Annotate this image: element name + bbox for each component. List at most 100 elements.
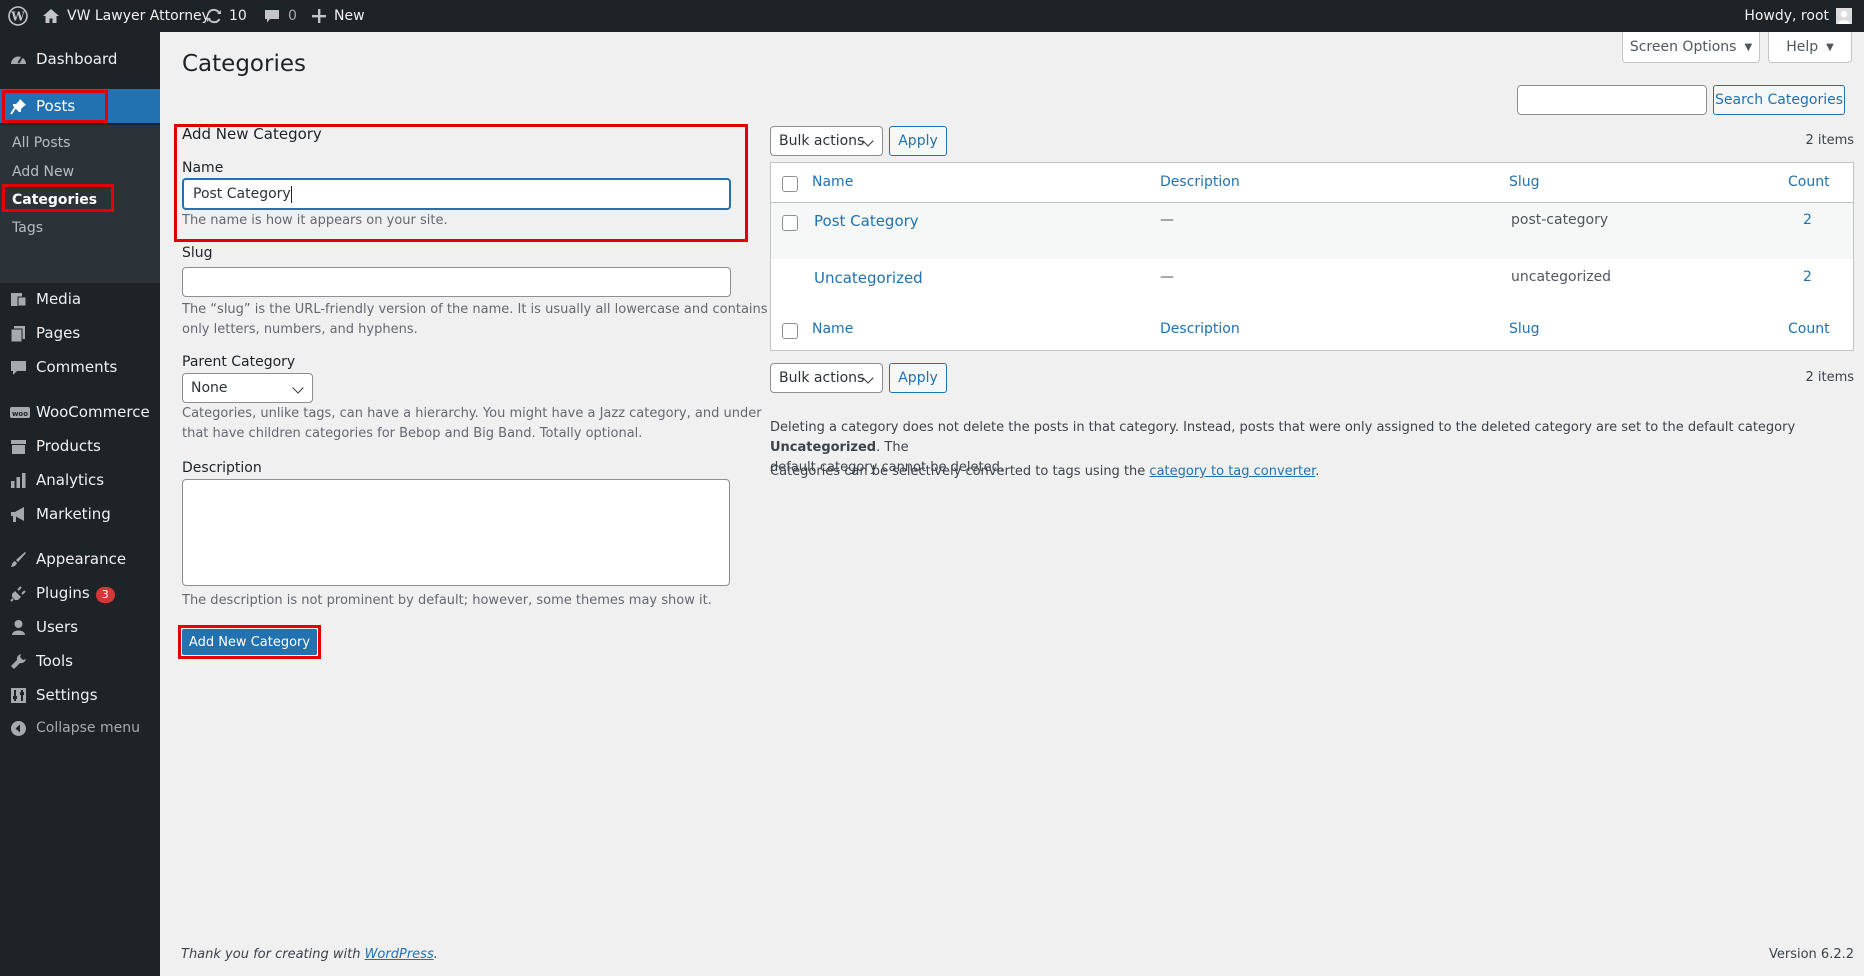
form-heading: Add New Category	[182, 125, 322, 143]
bulk-actions-select-top[interactable]: Bulk actions	[770, 126, 883, 156]
admin-sidebar: Dashboard Posts All Posts Add New Catego…	[0, 32, 160, 976]
highlight-categories	[2, 184, 114, 212]
menu-tools[interactable]: Tools	[0, 644, 160, 678]
bulk-actions-value: Bulk actions	[779, 370, 865, 386]
description-textarea[interactable]	[182, 479, 730, 586]
apply-button-top[interactable]: Apply	[889, 126, 947, 156]
menu-dashboard[interactable]: Dashboard	[0, 42, 160, 76]
menu-marketing[interactable]: Marketing	[0, 497, 160, 531]
row-checkbox[interactable]	[782, 215, 798, 231]
menu-media[interactable]: Media	[0, 282, 160, 316]
parent-category-value: None	[191, 380, 228, 396]
row-count-link[interactable]: 2	[1803, 212, 1812, 228]
admin-bar: W VW Lawyer Attorney 10 0 New Howdy, roo…	[0, 0, 1864, 32]
new-label: New	[334, 8, 365, 24]
archive-box-icon	[10, 438, 27, 455]
column-count-footer[interactable]: Count	[1788, 321, 1830, 337]
wordpress-logo-icon[interactable]: W	[8, 0, 28, 32]
category-to-tag-converter-link[interactable]: category to tag converter	[1149, 464, 1315, 479]
submenu-add-new[interactable]: Add New	[12, 164, 74, 180]
site-name-link[interactable]: VW Lawyer Attorney	[42, 0, 210, 32]
comments-count: 0	[288, 8, 297, 24]
row-count-link[interactable]: 2	[1803, 269, 1812, 285]
table-row: Uncategorized — uncategorized 2	[771, 259, 1853, 315]
new-content-link[interactable]: New	[312, 0, 365, 32]
select-all-checkbox[interactable]	[782, 176, 798, 192]
parent-category-label: Parent Category	[182, 354, 296, 370]
text-cursor	[290, 185, 292, 203]
column-description-footer[interactable]: Description	[1160, 321, 1240, 337]
version-text: Version 6.2.2	[1768, 947, 1854, 962]
megaphone-icon	[10, 506, 27, 523]
slug-help-line-1: The “slug” is the URL-friendly version o…	[182, 302, 768, 317]
table-header-row: Name Description Slug Count	[771, 163, 1853, 203]
greeting: Howdy, root	[1744, 8, 1829, 24]
comment-bubble-icon	[264, 9, 280, 24]
add-new-category-button[interactable]: Add New Category	[182, 629, 317, 655]
name-input[interactable]: Post Category	[182, 178, 731, 210]
row-description: —	[1160, 212, 1174, 228]
plugins-update-badge: 3	[95, 586, 115, 603]
menu-plugins[interactable]: Plugins 3	[0, 576, 160, 610]
collapse-menu-button[interactable]: Collapse menu	[0, 711, 160, 745]
updates-link[interactable]: 10	[206, 0, 247, 32]
name-help: The name is how it appears on your site.	[182, 213, 448, 228]
search-categories-input[interactable]	[1517, 85, 1707, 115]
row-name-link[interactable]: Post Category	[814, 212, 919, 230]
row-description: —	[1160, 269, 1174, 285]
description-help: The description is not prominent by defa…	[182, 593, 712, 608]
table-row: Post Category — post-category 2	[771, 203, 1853, 259]
screen-options-button[interactable]: Screen Options ▼	[1622, 32, 1760, 63]
menu-users[interactable]: Users	[0, 610, 160, 644]
wordpress-link[interactable]: WordPress	[365, 947, 434, 962]
comments-link[interactable]: 0	[264, 0, 297, 32]
updates-count: 10	[229, 8, 247, 24]
apply-button-bottom[interactable]: Apply	[889, 363, 947, 393]
row-name-link[interactable]: Uncategorized	[814, 269, 923, 287]
updates-icon	[206, 8, 222, 24]
submenu-tags[interactable]: Tags	[12, 220, 43, 236]
highlight-posts	[2, 90, 108, 123]
items-count-bottom: 2 items	[1805, 370, 1854, 385]
menu-appearance[interactable]: Appearance	[0, 542, 160, 576]
menu-comments[interactable]: Comments	[0, 350, 160, 384]
menu-products[interactable]: Products	[0, 429, 160, 463]
column-count-header[interactable]: Count	[1788, 174, 1830, 190]
row-slug: post-category	[1511, 212, 1609, 228]
user-icon	[10, 619, 27, 636]
parent-help-line-1: Categories, unlike tags, can have a hier…	[182, 406, 762, 421]
triangle-down-icon: ▼	[1744, 41, 1753, 53]
menu-woocommerce[interactable]: woo WooCommerce	[0, 395, 160, 429]
name-input-value: Post Category	[193, 186, 291, 202]
column-slug-header[interactable]: Slug	[1509, 174, 1540, 190]
slug-input[interactable]	[182, 267, 731, 297]
svg-text:woo: woo	[12, 410, 28, 418]
description-label: Description	[182, 460, 262, 476]
menu-analytics[interactable]: Analytics	[0, 463, 160, 497]
slug-label: Slug	[182, 245, 213, 261]
woocommerce-icon: woo	[10, 404, 30, 421]
parent-category-select[interactable]: None	[182, 373, 313, 403]
slug-help-line-2: only letters, numbers, and hyphens.	[182, 322, 418, 337]
submenu-all-posts[interactable]: All Posts	[12, 135, 70, 151]
my-account-link[interactable]: Howdy, root	[1744, 0, 1852, 32]
menu-settings[interactable]: Settings	[0, 678, 160, 712]
wrench-icon	[10, 653, 27, 670]
column-slug-footer[interactable]: Slug	[1509, 321, 1540, 337]
help-button[interactable]: Help ▼	[1768, 32, 1852, 63]
bulk-actions-value: Bulk actions	[779, 133, 865, 149]
column-name-footer[interactable]: Name	[812, 321, 853, 337]
parent-help-line-2: that have children categories for Bebop …	[182, 426, 643, 441]
svg-text:W: W	[10, 10, 25, 24]
menu-pages[interactable]: Pages	[0, 316, 160, 350]
column-description-header[interactable]: Description	[1160, 174, 1240, 190]
search-categories-button[interactable]: Search Categories	[1713, 85, 1845, 115]
table-footer-row: Name Description Slug Count	[770, 315, 1854, 351]
name-label: Name	[182, 160, 224, 176]
settings-sliders-icon	[10, 687, 27, 704]
bulk-actions-select-bottom[interactable]: Bulk actions	[770, 363, 883, 393]
select-all-checkbox-footer[interactable]	[782, 323, 798, 339]
column-name-header[interactable]: Name	[812, 174, 853, 190]
categories-table: Name Description Slug Count Post Categor…	[770, 162, 1854, 326]
plus-icon	[312, 9, 326, 23]
